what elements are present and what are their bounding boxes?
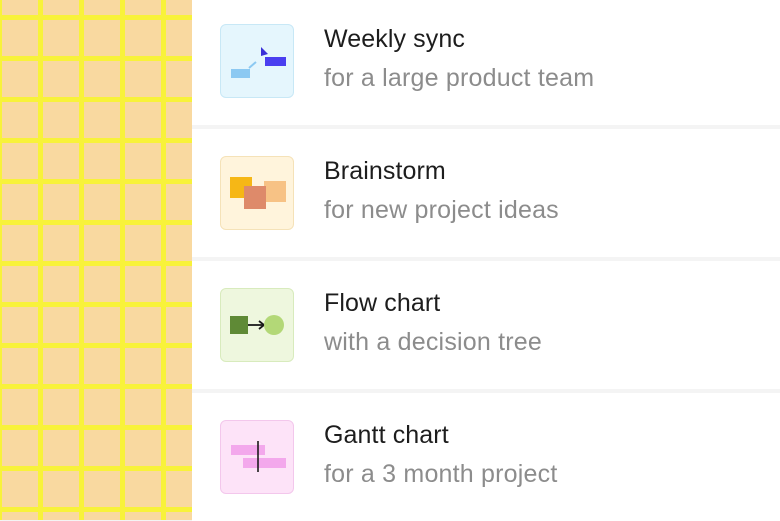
template-thumbnail	[220, 420, 294, 494]
weekly-sync-icon	[231, 47, 286, 78]
template-card-flow-chart[interactable]: Flow chart with a decision tree	[192, 261, 780, 389]
template-title: Weekly sync	[324, 25, 465, 53]
template-title: Gantt chart	[324, 421, 449, 449]
template-thumbnail	[220, 24, 294, 98]
gantt-chart-icon	[231, 441, 286, 472]
template-subtitle: for a large product team	[324, 64, 595, 92]
template-card-brainstorm[interactable]: Brainstorm for new project ideas	[192, 129, 780, 257]
flow-chart-icon	[230, 315, 284, 335]
template-subtitle: for a 3 month project	[324, 460, 558, 488]
template-title: Flow chart	[324, 289, 441, 317]
brainstorm-icon	[230, 177, 286, 209]
template-thumbnail	[220, 156, 294, 230]
template-title: Brainstorm	[324, 157, 446, 185]
template-subtitle: with a decision tree	[324, 328, 543, 356]
template-card-gantt-chart[interactable]: Gantt chart for a 3 month project	[192, 393, 780, 521]
template-card-weekly-sync[interactable]: Weekly sync for a large product team	[192, 0, 780, 125]
template-list: Weekly sync for a large product team Bra…	[192, 0, 780, 521]
template-subtitle: for new project ideas	[324, 196, 559, 224]
template-thumbnail	[220, 288, 294, 362]
grid-background	[0, 0, 192, 520]
